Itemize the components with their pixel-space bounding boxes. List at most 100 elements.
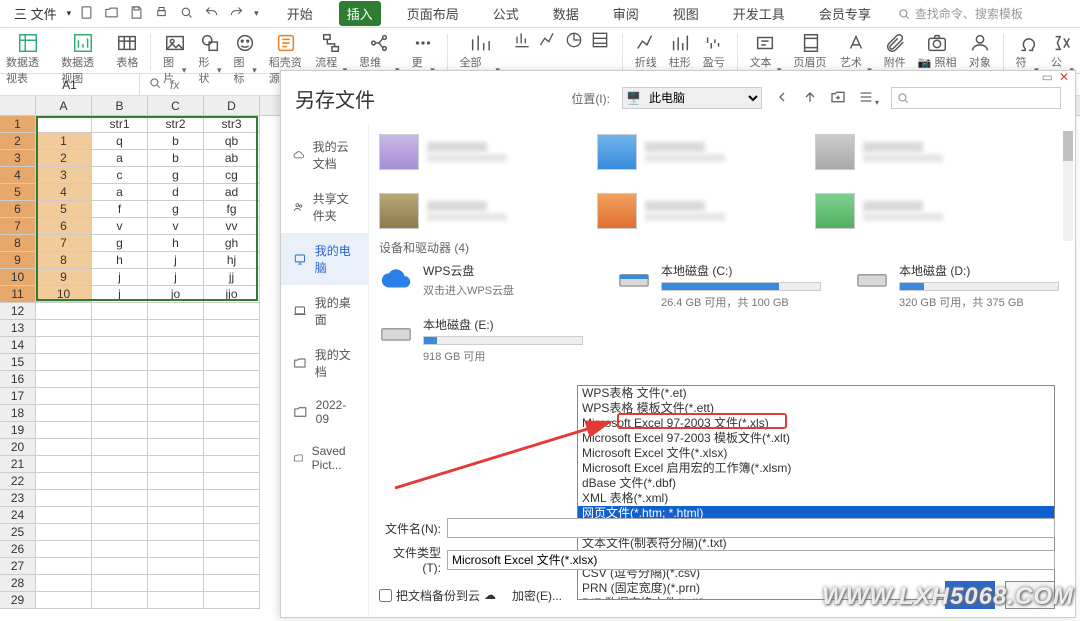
sidebar-item[interactable]: 我的桌面 xyxy=(281,285,368,337)
cell[interactable]: vv xyxy=(204,218,260,235)
cell[interactable] xyxy=(92,575,148,592)
cell[interactable] xyxy=(36,524,92,541)
sidebar-item[interactable]: 我的云文档 xyxy=(281,129,368,181)
filetype-option[interactable]: WPS表格 文件(*.et) xyxy=(578,386,1054,401)
tab-layout[interactable]: 页面布局 xyxy=(399,1,467,26)
cell[interactable] xyxy=(36,320,92,337)
cell[interactable]: j xyxy=(92,269,148,286)
cell[interactable] xyxy=(204,337,260,354)
cell[interactable] xyxy=(36,439,92,456)
encrypt-link[interactable]: 加密(E)... xyxy=(512,587,562,604)
location-select[interactable]: 此电脑 xyxy=(622,87,762,109)
cell[interactable] xyxy=(92,303,148,320)
cell[interactable] xyxy=(36,490,92,507)
row-header[interactable]: 10 xyxy=(0,269,36,286)
cell[interactable] xyxy=(36,456,92,473)
cell[interactable]: 8 xyxy=(36,252,92,269)
backup-cloud-checkbox[interactable]: 把文档备份到云 ☁ xyxy=(379,587,496,604)
filetype-option[interactable]: WPS表格 模板文件(*.ett) xyxy=(578,401,1054,416)
cell[interactable] xyxy=(204,456,260,473)
tab-dev[interactable]: 开发工具 xyxy=(725,1,793,26)
filename-input[interactable] xyxy=(447,518,1055,538)
sidebar-item[interactable]: Saved Pict... xyxy=(281,435,368,481)
drive-e[interactable]: 本地磁盘 (E:)918 GB 可用 xyxy=(379,316,589,364)
cell[interactable]: g xyxy=(148,167,204,184)
icons-button[interactable]: 图标▾ xyxy=(234,30,257,86)
cell[interactable] xyxy=(204,439,260,456)
command-search[interactable]: 查找命令、搜索模板 xyxy=(897,5,1023,22)
cell[interactable] xyxy=(148,541,204,558)
cell[interactable] xyxy=(204,354,260,371)
filetype-option[interactable]: Microsoft Excel 启用宏的工作簿(*.xlsm) xyxy=(578,461,1054,476)
cell[interactable] xyxy=(148,405,204,422)
cell[interactable] xyxy=(92,371,148,388)
row-header[interactable]: 12 xyxy=(0,303,36,320)
row-header[interactable]: 15 xyxy=(0,354,36,371)
redo-icon[interactable] xyxy=(229,5,244,23)
cell[interactable] xyxy=(148,388,204,405)
cell[interactable]: hj xyxy=(204,252,260,269)
winloss-button[interactable]: 盈亏 xyxy=(703,30,725,70)
cell[interactable] xyxy=(36,303,92,320)
row-header[interactable]: 9 xyxy=(0,252,36,269)
dialog-close-icon[interactable]: ✕ xyxy=(1059,70,1069,84)
cell[interactable] xyxy=(36,473,92,490)
column-header[interactable]: B xyxy=(92,96,148,115)
row-header[interactable]: 13 xyxy=(0,320,36,337)
cell[interactable]: 5 xyxy=(36,201,92,218)
cell[interactable]: g xyxy=(148,201,204,218)
cell[interactable]: h xyxy=(148,235,204,252)
filetype-option[interactable]: Microsoft Excel 97-2003 模板文件(*.xlt) xyxy=(578,431,1054,446)
row-header[interactable]: 8 xyxy=(0,235,36,252)
cell[interactable] xyxy=(148,490,204,507)
sidebar-item[interactable]: 我的电脑 xyxy=(281,233,368,285)
cell[interactable]: b xyxy=(148,150,204,167)
row-header[interactable]: 21 xyxy=(0,456,36,473)
cell[interactable] xyxy=(148,320,204,337)
cell[interactable] xyxy=(36,337,92,354)
cell[interactable]: jjo xyxy=(204,286,260,303)
tab-home[interactable]: 开始 xyxy=(279,1,321,26)
cell[interactable] xyxy=(92,541,148,558)
cell[interactable]: 4 xyxy=(36,184,92,201)
row-header[interactable]: 20 xyxy=(0,439,36,456)
cell[interactable]: str1 xyxy=(92,116,148,133)
row-header[interactable]: 11 xyxy=(0,286,36,303)
nav-back-icon[interactable] xyxy=(774,89,790,108)
cell[interactable]: 3 xyxy=(36,167,92,184)
cell[interactable] xyxy=(204,558,260,575)
filetype-option[interactable]: XML 表格(*.xml) xyxy=(578,491,1054,506)
open-icon[interactable] xyxy=(104,5,119,23)
shapes-button[interactable]: 形状▾ xyxy=(198,30,221,86)
cell[interactable] xyxy=(148,303,204,320)
filetype-option[interactable]: dBase 文件(*.dbf) xyxy=(578,476,1054,491)
cell[interactable]: qb xyxy=(204,133,260,150)
cell[interactable] xyxy=(204,575,260,592)
filetype-option[interactable]: Microsoft Excel 文件(*.xlsx) xyxy=(578,446,1054,461)
row-header[interactable]: 28 xyxy=(0,575,36,592)
sidebar-item[interactable]: 共享文件夹 xyxy=(281,181,368,233)
cell[interactable]: h xyxy=(92,252,148,269)
cell[interactable] xyxy=(36,575,92,592)
cell[interactable] xyxy=(92,337,148,354)
cell[interactable]: fg xyxy=(204,201,260,218)
cell[interactable] xyxy=(36,116,92,133)
cell[interactable] xyxy=(204,490,260,507)
cell[interactable] xyxy=(204,507,260,524)
row-header[interactable]: 17 xyxy=(0,388,36,405)
cell[interactable]: jj xyxy=(204,269,260,286)
cell[interactable] xyxy=(204,592,260,609)
sparkline-button[interactable]: 折线 xyxy=(635,30,657,70)
cell[interactable] xyxy=(36,388,92,405)
row-header[interactable]: 2 xyxy=(0,133,36,150)
nav-up-icon[interactable] xyxy=(802,89,818,108)
cell[interactable] xyxy=(92,320,148,337)
column-header[interactable]: A xyxy=(36,96,92,115)
cell[interactable]: 9 xyxy=(36,269,92,286)
cell[interactable] xyxy=(92,490,148,507)
row-header[interactable]: 3 xyxy=(0,150,36,167)
cell[interactable] xyxy=(92,422,148,439)
cell[interactable] xyxy=(148,592,204,609)
cell[interactable] xyxy=(204,524,260,541)
cell[interactable] xyxy=(92,473,148,490)
